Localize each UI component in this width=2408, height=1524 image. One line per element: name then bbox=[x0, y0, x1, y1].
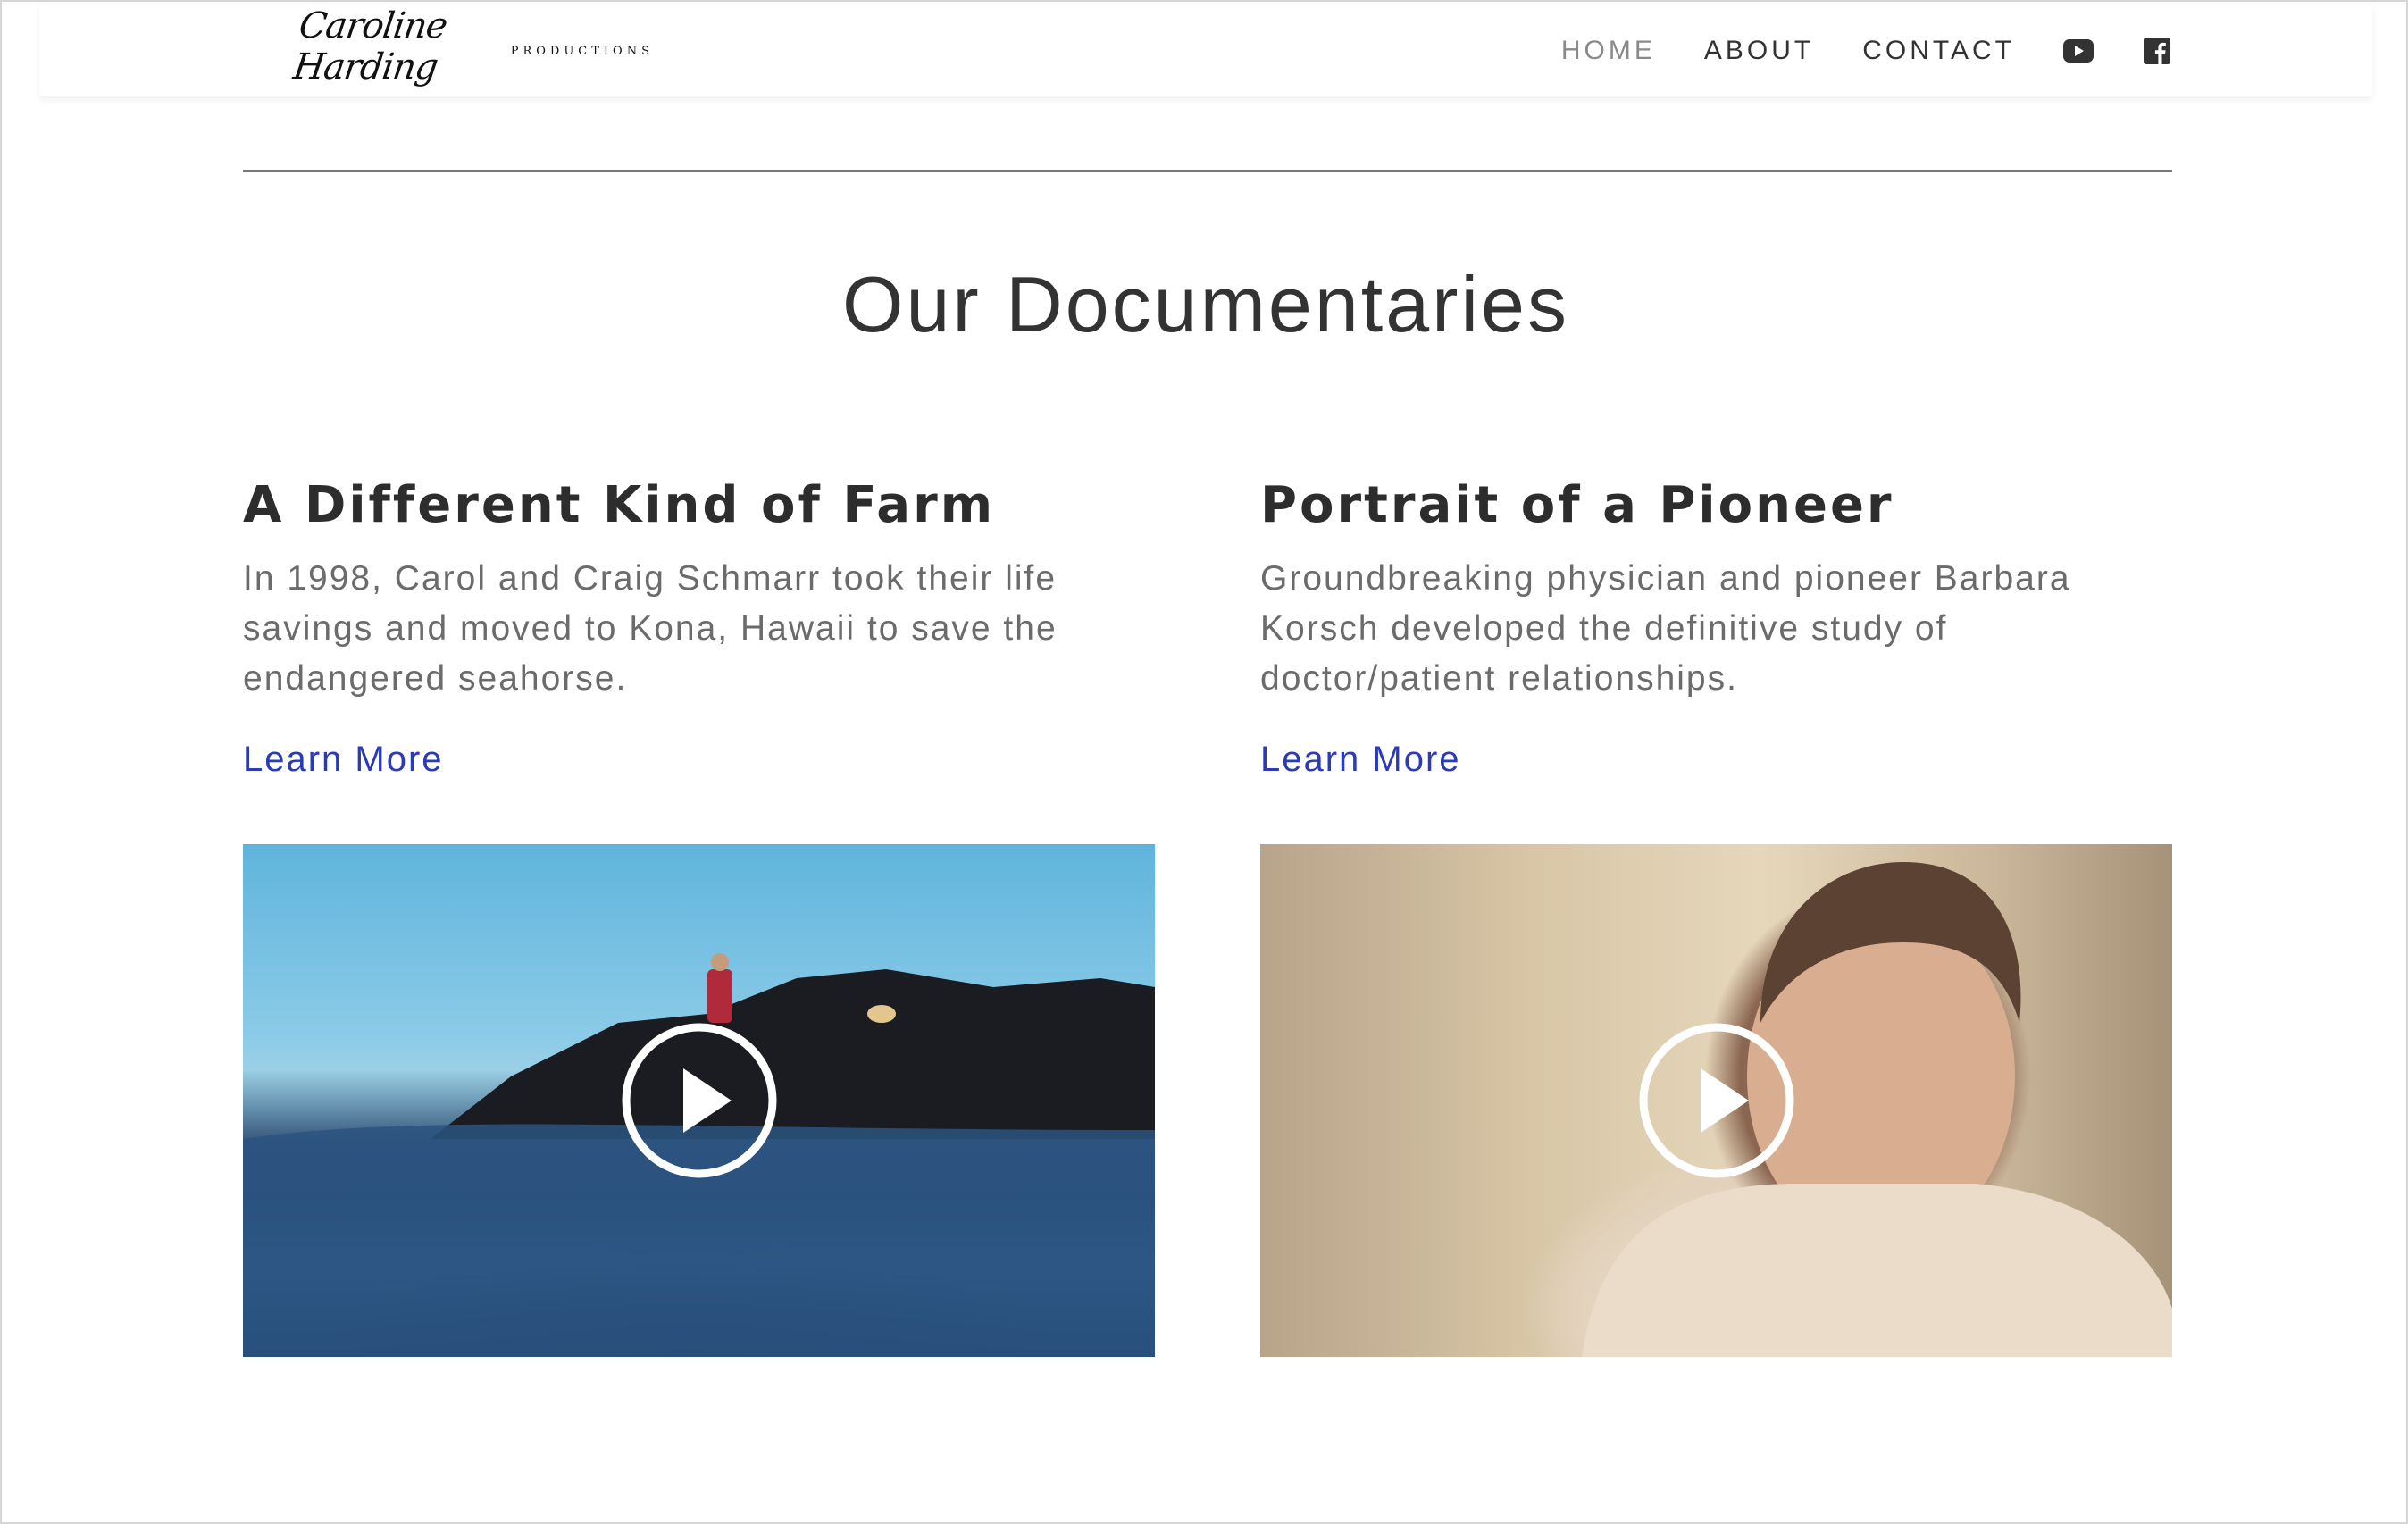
doc-title: Portrait of a Pioneer bbox=[1260, 476, 1894, 534]
doc-title: A Different Kind of Farm bbox=[243, 476, 996, 534]
nav-contact[interactable]: CONTACT bbox=[1862, 36, 2015, 66]
documentary-card-farm: A Different Kind of Farm In 1998, Carol … bbox=[243, 466, 1154, 779]
youtube-icon[interactable] bbox=[2063, 36, 2094, 66]
nav-home[interactable]: HOME bbox=[1561, 36, 1656, 66]
learn-more-link[interactable]: Learn More bbox=[243, 740, 444, 780]
page-title: Our Documentaries bbox=[842, 260, 1569, 348]
logo-subtitle: PRODUCTIONS bbox=[510, 44, 654, 58]
doc-description: In 1998, Carol and Craig Schmarr took th… bbox=[243, 559, 1058, 698]
documentary-card-pioneer: Portrait of a Pioneer Groundbreaking phy… bbox=[1260, 466, 2171, 779]
page-frame: Caroline Harding PRODUCTIONS HOME ABOUT … bbox=[0, 0, 2408, 1524]
doc-description: Groundbreaking physician and pioneer Bar… bbox=[1260, 559, 2071, 698]
learn-more-link[interactable]: Learn More bbox=[1260, 740, 1461, 780]
section-divider bbox=[243, 170, 2172, 172]
play-button[interactable] bbox=[621, 1022, 778, 1179]
play-icon bbox=[1639, 1023, 1793, 1178]
video-thumbnail-pioneer[interactable] bbox=[1260, 844, 2172, 1357]
main-nav: HOME ABOUT CONTACT bbox=[1513, 29, 2172, 73]
play-icon bbox=[622, 1023, 776, 1178]
facebook-icon[interactable] bbox=[2142, 36, 2172, 66]
video-thumbnail-farm[interactable] bbox=[243, 844, 1155, 1357]
site-header: Caroline Harding PRODUCTIONS HOME ABOUT … bbox=[39, 4, 2372, 96]
brand-logo[interactable]: Caroline Harding PRODUCTIONS bbox=[291, 5, 654, 88]
play-button[interactable] bbox=[1638, 1022, 1795, 1179]
nav-about[interactable]: ABOUT bbox=[1704, 36, 1814, 66]
logo-script: Caroline Harding bbox=[290, 5, 450, 88]
